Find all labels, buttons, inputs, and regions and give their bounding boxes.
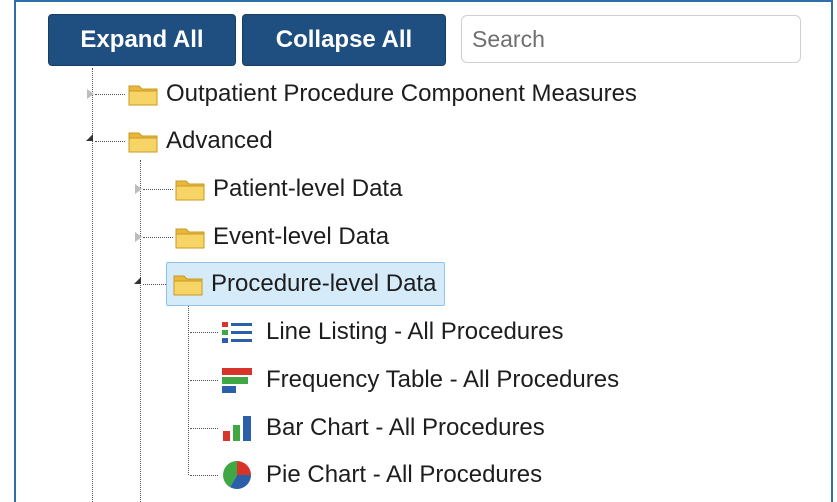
expand-all-button[interactable]: Expand All [48, 14, 236, 66]
report-label: Line Listing - All Procedures [266, 318, 564, 345]
tree-node-label: Advanced [166, 127, 273, 154]
tree-connector [95, 141, 125, 142]
tree-node-patient-level-data[interactable]: Patient-level Data [175, 169, 402, 209]
report-label: Bar Chart - All Procedures [266, 414, 545, 441]
tree-node-label: Patient-level Data [213, 175, 403, 202]
folder-icon [128, 85, 158, 106]
tree-node-label: Event-level Data [213, 223, 390, 250]
search-input[interactable] [461, 15, 801, 63]
collapse-toggle-icon[interactable] [86, 134, 93, 141]
bar-chart-icon [223, 416, 251, 441]
procedure-children-connector [188, 305, 189, 475]
folder-icon [173, 275, 203, 296]
collapse-toggle-icon[interactable] [134, 277, 141, 284]
folder-icon [128, 132, 158, 153]
expand-toggle-icon[interactable] [87, 89, 94, 99]
report-bar-chart[interactable]: Bar Chart - All Procedures [220, 408, 545, 448]
report-pie-chart[interactable]: Pie Chart - All Procedures [220, 455, 542, 495]
expand-toggle-icon[interactable] [135, 232, 142, 242]
tree-connector [190, 332, 218, 333]
line-listing-icon [222, 322, 252, 343]
folder-icon [175, 180, 205, 201]
tree-node-label: Procedure-level Data [211, 270, 437, 297]
collapse-all-button[interactable]: Collapse All [242, 14, 446, 66]
frequency-table-icon [222, 368, 252, 393]
tree-node-procedure-level-data[interactable]: Procedure-level Data [166, 262, 446, 306]
tree-connector [190, 475, 218, 476]
tree-connector [143, 189, 173, 190]
tree-connector [143, 237, 173, 238]
tree-connector [190, 428, 218, 429]
tree-connector [143, 284, 168, 285]
tree-node-outpatient-measures[interactable]: Outpatient Procedure Component Measures [128, 74, 637, 114]
expand-toggle-icon[interactable] [135, 184, 142, 194]
report-label: Pie Chart - All Procedures [266, 461, 543, 488]
pie-chart-icon [223, 461, 251, 489]
advanced-children-connector [140, 160, 141, 502]
report-label: Frequency Table - All Procedures [266, 366, 620, 393]
report-line-listing[interactable]: Line Listing - All Procedures [220, 312, 564, 352]
tree-node-label: Outpatient Procedure Component Measures [166, 80, 637, 107]
tree-node-advanced[interactable]: Advanced [128, 121, 273, 161]
tree-node-event-level-data[interactable]: Event-level Data [175, 217, 389, 257]
report-frequency-table[interactable]: Frequency Table - All Procedures [220, 360, 619, 400]
tree-connector [95, 94, 125, 95]
folder-icon [175, 228, 205, 249]
tree-connector [190, 380, 218, 381]
